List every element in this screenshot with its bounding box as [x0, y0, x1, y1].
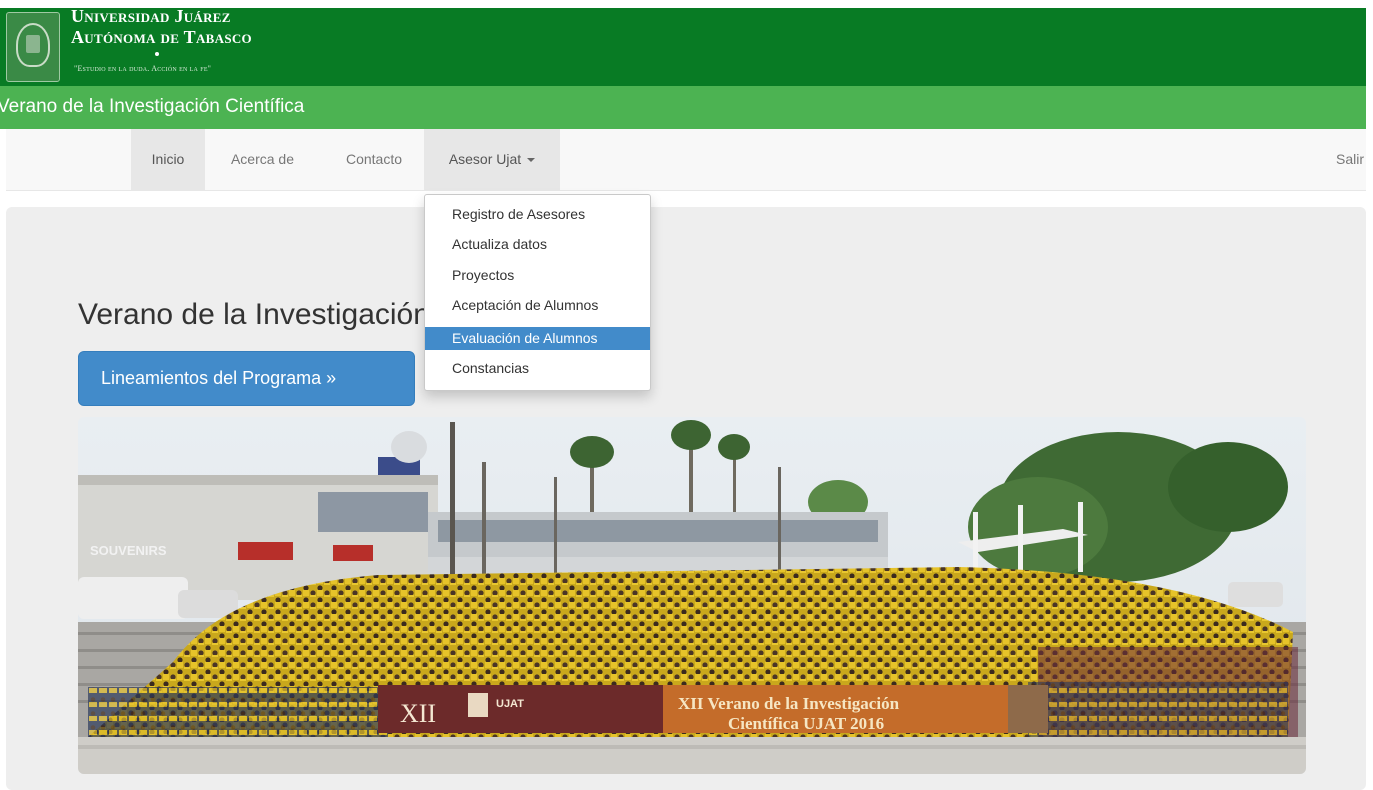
banner-line1: XII Verano de la Investigación	[678, 694, 900, 713]
nav-inicio[interactable]: Inicio	[131, 129, 205, 190]
program-guidelines-button[interactable]: Lineamientos del Programa »	[78, 351, 415, 406]
menu-aceptacion-alumnos[interactable]: Aceptación de Alumnos	[425, 294, 650, 317]
menu-actualiza-datos[interactable]: Actualiza datos	[425, 233, 650, 256]
main-navbar: Inicio Acerca de Contacto Asesor Ujat Sa…	[6, 129, 1366, 191]
program-title: Verano de la Investigación Científica	[0, 96, 305, 117]
university-name-line2: Autónoma de Tabasco	[71, 27, 252, 47]
banner-line2: Científica UJAT 2016	[728, 714, 884, 733]
logout-link[interactable]: Salir	[1306, 129, 1366, 190]
caret-down-icon	[527, 158, 536, 163]
nav-acerca-de[interactable]: Acerca de	[206, 129, 319, 190]
menu-registro-asesores[interactable]: Registro de Asesores	[425, 203, 650, 226]
ujat-banner-logo-icon	[468, 693, 488, 717]
program-bar: Verano de la Investigación Científica	[0, 86, 1366, 129]
nav-contacto[interactable]: Contacto	[324, 129, 424, 190]
university-header: Universidad Juárez Autónoma de Tabasco "…	[0, 6, 1366, 86]
menu-constancias[interactable]: Constancias	[425, 357, 650, 380]
university-seal-logo	[6, 12, 60, 82]
asesor-dropdown-menu: Registro de Asesores Actualiza datos Pro…	[424, 194, 651, 391]
banner-ujat-logo-text: UJAT	[496, 698, 524, 710]
university-motto: "Estudio en la duda. Acción en la fe"	[74, 64, 212, 73]
menu-proyectos[interactable]: Proyectos	[425, 264, 650, 287]
group-photo: SOUVENIRS XII UJAT XII Verano de la Inve…	[78, 417, 1306, 774]
header-divider-dot	[155, 52, 159, 56]
souvenirs-sign: SOUVENIRS	[90, 543, 167, 558]
banner-roman-numeral: XII	[400, 699, 436, 728]
nav-asesor-label: Asesor Ujat	[448, 151, 522, 167]
menu-evaluacion-alumnos[interactable]: Evaluación de Alumnos	[425, 327, 650, 350]
university-name-line1: Universidad Juárez	[71, 6, 231, 26]
nav-asesor-ujat-dropdown[interactable]: Asesor Ujat	[424, 129, 560, 190]
